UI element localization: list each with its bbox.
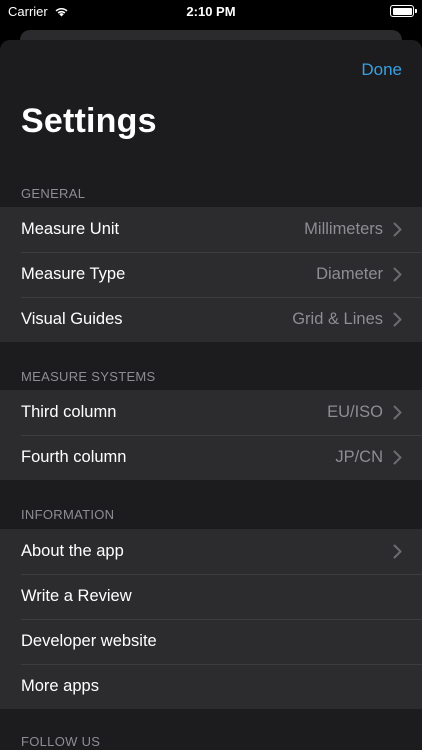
row-label: About the app [21, 542, 124, 560]
row-label: More apps [21, 677, 99, 695]
row-fourth-column[interactable]: Fourth column JP/CN [0, 435, 422, 480]
done-button[interactable]: Done [361, 60, 402, 80]
row-label: Fourth column [21, 448, 127, 466]
row-more-apps[interactable]: More apps [0, 664, 422, 709]
row-label: Third column [21, 403, 117, 421]
section-header-measure-systems: MEASURE SYSTEMS [21, 369, 156, 384]
row-label: Measure Unit [21, 220, 120, 238]
row-value: Diameter [316, 265, 383, 283]
page-title: Settings [21, 102, 157, 140]
status-bar: Carrier 2:10 PM [0, 0, 422, 24]
row-value: JP/CN [335, 448, 383, 466]
row-measure-unit[interactable]: Measure Unit Millimeters [0, 207, 422, 252]
row-developer-website[interactable]: Developer website [0, 619, 422, 664]
row-label: Measure Type [21, 265, 126, 283]
settings-group-general: Measure Unit Millimeters Measure Type Di… [0, 207, 422, 342]
chevron-right-icon [393, 267, 402, 282]
section-header-information: INFORMATION [21, 507, 115, 522]
chevron-right-icon [393, 544, 402, 559]
row-label: Write a Review [21, 587, 132, 605]
chevron-right-icon [393, 450, 402, 465]
section-header-general: GENERAL [21, 186, 86, 201]
chevron-right-icon [393, 222, 402, 237]
section-header-follow-us: FOLLOW US [21, 734, 101, 749]
row-value: Grid & Lines [292, 310, 383, 328]
row-write-a-review[interactable]: Write a Review [0, 574, 422, 619]
row-label: Developer website [21, 632, 157, 650]
settings-group-information: About the app Write a Review Developer w… [0, 529, 422, 709]
row-about-the-app[interactable]: About the app [0, 529, 422, 574]
row-value: Millimeters [304, 220, 383, 238]
status-time: 2:10 PM [186, 4, 236, 19]
chevron-right-icon [393, 405, 402, 420]
chevron-right-icon [393, 312, 402, 327]
settings-sheet: Done Settings GENERAL Measure Unit Milli… [0, 40, 422, 750]
settings-group-measure-systems: Third column EU/ISO Fourth column JP/CN [0, 390, 422, 480]
battery-icon [390, 5, 417, 17]
row-value: EU/ISO [327, 403, 383, 421]
row-label: Visual Guides [21, 310, 123, 328]
row-measure-type[interactable]: Measure Type Diameter [0, 252, 422, 297]
row-third-column[interactable]: Third column EU/ISO [0, 390, 422, 435]
row-visual-guides[interactable]: Visual Guides Grid & Lines [0, 297, 422, 342]
